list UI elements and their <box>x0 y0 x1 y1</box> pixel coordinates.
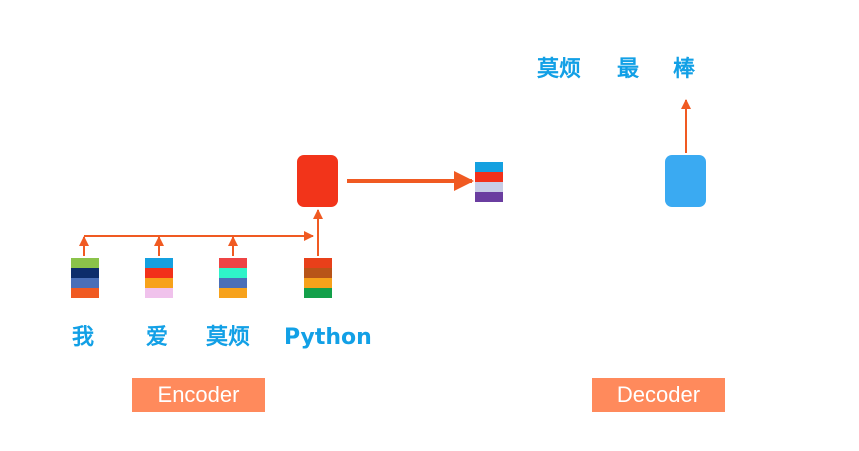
output-token-label: 棒 <box>673 57 696 82</box>
vector-cell <box>475 192 503 202</box>
embedding-cell <box>71 278 99 288</box>
decoder-block <box>665 155 706 207</box>
token-embedding-stack <box>71 258 99 298</box>
vector-cell <box>475 182 503 192</box>
token-embedding-stack <box>145 258 173 298</box>
embedding-cell <box>304 278 332 288</box>
connection-arrows <box>79 99 691 256</box>
output-token-label: 最 <box>617 57 640 82</box>
embedding-cell <box>304 288 332 298</box>
token-embedding-stack <box>304 258 332 298</box>
encoder-label: Encoder <box>132 378 265 412</box>
embedding-cell <box>304 258 332 268</box>
output-token-label: 莫烦 <box>537 57 582 82</box>
vector-cell <box>475 172 503 182</box>
embedding-cell <box>219 288 247 298</box>
embedding-cell <box>219 278 247 288</box>
input-token-label: 爱 <box>146 325 169 350</box>
decoder-label: Decoder <box>592 378 725 412</box>
seq2seq-diagram: 我 爱 莫烦 Python 莫烦 最 棒 Encoder Decoder <box>0 0 859 451</box>
embedding-cell <box>145 278 173 288</box>
embedding-cell <box>219 268 247 278</box>
input-token-label: Python <box>284 325 372 350</box>
embedding-cell <box>304 268 332 278</box>
context-vector-stack <box>475 162 503 202</box>
embedding-cell <box>71 258 99 268</box>
embedding-cell <box>145 258 173 268</box>
embedding-cell <box>71 288 99 298</box>
input-token-label: 莫烦 <box>206 325 251 350</box>
token-embedding-stack <box>219 258 247 298</box>
embedding-cell <box>145 288 173 298</box>
input-token-label: 我 <box>72 325 95 350</box>
embedding-cell <box>219 258 247 268</box>
embedding-cell <box>145 268 173 278</box>
vector-cell <box>475 162 503 172</box>
encoder-block <box>297 155 338 207</box>
embedding-cell <box>71 268 99 278</box>
